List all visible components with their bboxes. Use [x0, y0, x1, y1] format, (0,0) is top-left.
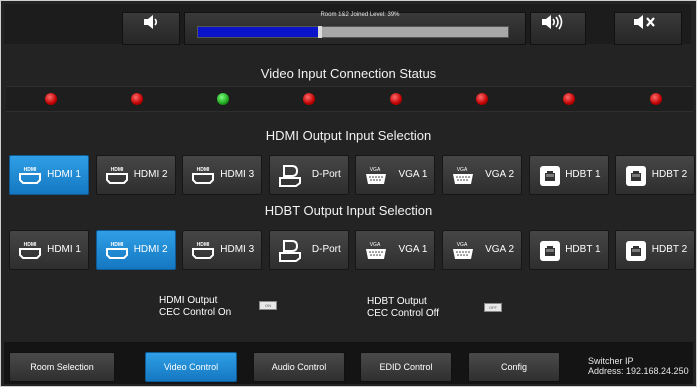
hdbt-cec-label-line1: HDBT Output — [367, 296, 427, 307]
hdbt-icon — [539, 241, 560, 261]
svg-text:VGA: VGA — [370, 242, 381, 248]
video-input-7-status-led — [563, 93, 575, 105]
hdbt-output-input-label: VGA 1 — [398, 244, 428, 255]
video-status-led-row — [6, 86, 693, 112]
volume-level-label: Room 1&2 Joined Level: 39% — [320, 12, 400, 18]
svg-text:VGA: VGA — [457, 242, 468, 248]
hdmi-output-input-label: D-Port — [311, 169, 341, 180]
volume-down-icon — [144, 15, 158, 29]
hdbt-output-input-label: VGA 2 — [485, 244, 514, 255]
video-input-3-status-led — [217, 93, 229, 105]
video-input-1-status-led — [45, 93, 57, 105]
hdmi-output-input-label: HDMI 3 — [220, 169, 255, 180]
nav-edid-control-button[interactable]: EDID Control — [360, 352, 452, 382]
video-input-2-status-led — [131, 93, 143, 105]
vga-icon: VGA — [366, 242, 387, 259]
vga-icon: VGA — [453, 167, 473, 184]
hdbt-output-title: HDBT Output Input Selection — [264, 203, 433, 218]
hdmi-output-input-hdbt-2-button[interactable]: HDBT 2 — [615, 155, 696, 195]
hdbt-output-input-label: D-Port — [311, 244, 341, 255]
hdmi-cec-label: HDMI Output CEC Control On — [159, 295, 231, 319]
hdmi-icon: HDMI — [105, 242, 128, 259]
displayport-icon — [278, 240, 301, 262]
hdmi-icon: HDMI — [192, 242, 215, 259]
hdmi-output-input-vga-1-button[interactable]: VGA VGA 1 — [355, 155, 436, 195]
svg-text:HDMI: HDMI — [197, 167, 210, 173]
svg-text:HDMI: HDMI — [110, 242, 123, 248]
hdmi-output-input-row: HDMI HDMI 1 HDMI HDMI 2 HDMI HDMI 3 D-Port VGA V… — [0, 155, 697, 195]
switcher-ip-info: Switcher IP Address: 192.168.24.250 — [588, 356, 689, 376]
hdbt-icon — [626, 166, 647, 186]
hdmi-output-input-label: HDBT 2 — [651, 169, 688, 180]
hdmi-cec-toggle[interactable]: ON — [259, 301, 277, 310]
nav-audio-control-button[interactable]: Audio Control — [253, 352, 345, 382]
nav-video-control-button[interactable]: Video Control — [145, 352, 237, 382]
displayport-icon — [278, 165, 301, 187]
video-input-8-status-led — [650, 93, 662, 105]
hdmi-icon: HDMI — [192, 167, 215, 184]
switcher-ip-address: Address: 192.168.24.250 — [588, 366, 689, 376]
volume-slider[interactable] — [197, 26, 509, 38]
hdbt-icon — [626, 241, 647, 261]
volume-slider-fill — [198, 27, 320, 37]
hdbt-output-input-label: HDMI 1 — [47, 244, 81, 255]
top-volume-bar — [4, 4, 691, 45]
hdbt-output-input-hdmi-2-button[interactable]: HDMI HDMI 2 — [95, 230, 176, 270]
hdbt-output-input-d-port-button[interactable]: D-Port — [268, 230, 349, 270]
hdbt-output-input-label: HDBT 1 — [565, 244, 601, 255]
hdbt-output-input-vga-2-button[interactable]: VGA VGA 2 — [442, 230, 522, 270]
video-input-4-status-led — [303, 93, 315, 105]
hdmi-output-input-label: HDMI 1 — [47, 169, 81, 180]
vga-icon: VGA — [366, 167, 387, 184]
svg-text:HDMI: HDMI — [24, 242, 37, 248]
mute-icon — [634, 15, 655, 29]
volume-slider-handle[interactable] — [317, 26, 322, 38]
hdbt-output-input-hdmi-1-button[interactable]: HDMI HDMI 1 — [9, 230, 89, 270]
hdmi-icon: HDMI — [105, 167, 128, 184]
hdbt-output-input-label: HDBT 2 — [651, 244, 688, 255]
volume-up-icon — [542, 14, 563, 30]
hdmi-output-input-vga-2-button[interactable]: VGA VGA 2 — [442, 155, 522, 195]
hdmi-output-input-hdbt-1-button[interactable]: HDBT 1 — [528, 155, 609, 195]
hdbt-output-input-hdbt-1-button[interactable]: HDBT 1 — [528, 230, 609, 270]
svg-text:HDMI: HDMI — [24, 167, 37, 173]
video-input-6-status-led — [476, 93, 488, 105]
svg-text:HDMI: HDMI — [197, 242, 210, 248]
hdbt-cec-label: HDBT Output CEC Control Off — [367, 296, 439, 320]
switcher-ip-line1: Switcher IP — [588, 356, 634, 366]
hdbt-icon — [539, 166, 560, 186]
hdmi-cec-label-line2: CEC Control On — [159, 307, 232, 318]
hdbt-cec-toggle[interactable]: OFF — [484, 303, 502, 312]
hdbt-output-input-hdbt-2-button[interactable]: HDBT 2 — [615, 230, 696, 270]
nav-config-button[interactable]: Config — [468, 352, 560, 382]
svg-text:HDMI: HDMI — [110, 167, 123, 173]
svg-text:VGA: VGA — [370, 167, 381, 173]
hdmi-output-input-hdmi-1-button[interactable]: HDMI HDMI 1 — [9, 155, 89, 195]
hdbt-cec-label-line2: CEC Control Off — [367, 308, 440, 319]
hdmi-output-input-hdmi-2-button[interactable]: HDMI HDMI 2 — [95, 155, 176, 195]
hdbt-output-input-hdmi-3-button[interactable]: HDMI HDMI 3 — [182, 230, 263, 270]
vga-icon: VGA — [453, 242, 473, 259]
hdbt-output-input-label: HDMI 2 — [133, 244, 168, 255]
hdmi-output-input-label: VGA 1 — [398, 169, 428, 180]
hdmi-icon: HDMI — [19, 167, 41, 184]
hdmi-output-input-label: HDBT 1 — [565, 169, 601, 180]
hdbt-output-input-label: HDMI 3 — [220, 244, 255, 255]
hdmi-output-input-d-port-button[interactable]: D-Port — [268, 155, 349, 195]
hdmi-icon: HDMI — [19, 242, 41, 259]
hdmi-output-input-label: HDMI 2 — [133, 169, 168, 180]
hdbt-output-input-vga-1-button[interactable]: VGA VGA 1 — [355, 230, 436, 270]
video-status-title: Video Input Connection Status — [260, 66, 437, 81]
video-input-5-status-led — [390, 93, 402, 105]
hdmi-output-title: HDMI Output Input Selection — [265, 128, 432, 143]
hdmi-output-input-hdmi-3-button[interactable]: HDMI HDMI 3 — [182, 155, 263, 195]
nav-room-selection-button[interactable]: Room Selection — [9, 352, 115, 382]
svg-text:VGA: VGA — [457, 167, 468, 173]
hdmi-output-input-label: VGA 2 — [485, 169, 514, 180]
hdbt-output-input-row: HDMI HDMI 1 HDMI HDMI 2 HDMI HDMI 3 D-Port VGA V… — [0, 230, 697, 270]
hdmi-cec-label-line1: HDMI Output — [159, 295, 218, 306]
